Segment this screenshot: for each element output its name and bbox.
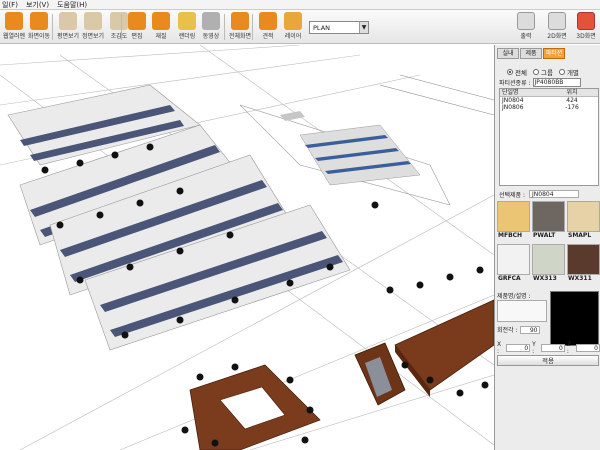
view-select[interactable]: PLAN ▼ <box>309 21 369 34</box>
swatch-tile <box>532 201 565 232</box>
swatch-wx313[interactable]: WX313 <box>532 244 565 285</box>
meeting-table-square <box>189 364 321 450</box>
material-preview <box>550 291 599 346</box>
tab-interior[interactable]: 실내 <box>497 48 519 59</box>
front-view-button[interactable]: 정면보기 <box>80 12 106 43</box>
menu-bar: 일(F) 보기(V) 도움말(H) <box>0 0 600 10</box>
list-header-name: 단일명 <box>502 89 519 96</box>
radio-single[interactable]: 개별 <box>558 67 579 77</box>
selected-product-label: 선택제품 : <box>499 192 526 199</box>
partition-kind-label: 파티션종류 : <box>499 80 531 87</box>
menu-file[interactable]: 일(F) <box>2 0 18 10</box>
menu-view[interactable]: 보기(V) <box>26 0 49 10</box>
render-button[interactable]: 랜더링 <box>174 12 200 43</box>
layer-button[interactable]: 레이어 <box>280 12 306 43</box>
y-input[interactable]: 0 <box>541 344 565 352</box>
video-icon <box>202 12 220 30</box>
rotation-row: 회전각 : 90 <box>497 325 540 334</box>
partition-list[interactable]: 단일명 위치 JN0804 424 JN0806 -176 <box>499 88 599 186</box>
3d-view-icon <box>577 12 595 30</box>
layer-icon <box>284 12 302 30</box>
apply-button[interactable]: 적용 <box>497 355 599 366</box>
list-item[interactable]: JN0804 424 <box>500 97 598 104</box>
z-input[interactable]: 0 <box>576 344 600 352</box>
selected-product-row: 선택제품 : JN0804 <box>499 190 580 199</box>
y-label: Y : <box>532 341 536 355</box>
swatch-grfca[interactable]: GRFCA <box>497 244 530 285</box>
swatch-mfbch[interactable]: MFBCH <box>497 201 530 242</box>
swatch-tile <box>532 244 565 275</box>
list-item[interactable]: JN0806 -176 <box>500 104 598 111</box>
edit-button[interactable]: 편집 <box>124 12 150 43</box>
desk-row-group <box>280 111 421 186</box>
menu-help[interactable]: 도움말(H) <box>57 0 87 10</box>
meeting-table-large <box>394 299 494 397</box>
description-field[interactable] <box>497 300 547 322</box>
radio-single-dot <box>558 69 565 75</box>
partition-kind-row: 파티션종류 : JP4080BB <box>499 78 581 87</box>
estimate-icon <box>259 12 277 30</box>
2d-view-button[interactable]: 2D화면 <box>544 12 570 43</box>
x-input[interactable]: 0 <box>506 344 531 352</box>
swatch-pwalt[interactable]: PWALT <box>532 201 565 242</box>
radio-group-dot <box>532 69 539 75</box>
edit-icon <box>128 12 146 30</box>
radio-group[interactable]: 그룹 <box>532 67 553 77</box>
material-button[interactable]: 재질 <box>148 12 174 43</box>
front-view-icon <box>84 12 102 30</box>
list-header-position: 위치 <box>566 89 578 96</box>
pan-button[interactable]: 화면이동 <box>26 12 52 43</box>
plan-view-button[interactable]: 평면보기 <box>55 12 81 43</box>
swatch-tile <box>497 201 530 232</box>
3d-view-button[interactable]: 3D화면 <box>573 12 599 43</box>
hand-icon <box>30 12 48 30</box>
2d-view-icon <box>548 12 566 30</box>
material-icon <box>152 12 170 30</box>
floor-plan-render <box>0 45 494 450</box>
swatch-tile <box>567 244 600 275</box>
z-label: Z : <box>566 341 571 355</box>
rotation-input[interactable]: 90 <box>519 325 540 334</box>
description-label: 제품명/설명 : <box>497 293 531 300</box>
print-icon <box>517 12 535 30</box>
fullscreen-button[interactable]: 전체화면 <box>227 12 253 43</box>
3d-viewport[interactable] <box>0 45 494 450</box>
folder-icon <box>5 12 23 30</box>
list-header: 단일명 위치 <box>500 89 598 97</box>
swatch-wx311[interactable]: WX311 <box>567 244 600 285</box>
tab-partition[interactable]: 파티션 <box>543 48 565 59</box>
scope-radios: 전체 그룹 개별 <box>507 67 579 77</box>
material-swatches: MFBCH PWALT SMAPL GRFCA WX313 WX311 <box>497 201 600 285</box>
chevron-down-icon[interactable]: ▼ <box>359 22 368 33</box>
view-select-value: PLAN <box>313 23 330 32</box>
rotation-label: 회전각 : <box>497 327 518 334</box>
radio-all[interactable]: 전체 <box>507 67 527 77</box>
swatch-smapl[interactable]: SMAPL <box>567 201 600 242</box>
swatch-tile <box>497 244 530 275</box>
x-label: X : <box>497 341 502 355</box>
tab-product[interactable]: 제품 <box>520 48 542 59</box>
property-panel: 실내 제품 파티션 전체 그룹 개별 파티션종류 : JP4080BB 단일명 … <box>494 45 600 450</box>
position-row: X : 0 Y : 0 Z : 0 <box>497 341 600 355</box>
video-button[interactable]: 동영상 <box>198 12 224 43</box>
panel-tabs: 실내 제품 파티션 <box>497 48 565 59</box>
radio-all-dot <box>507 69 513 75</box>
render-icon <box>178 12 196 30</box>
selected-product-value: JN0804 <box>529 190 580 198</box>
toolbar: 웹열러멘 화면이동 평면보기 정면보기 조감도 편집 재질 랜더링 동영상 전체… <box>0 10 600 44</box>
print-button[interactable]: 출력 <box>513 12 539 43</box>
partition-kind-select[interactable]: JP4080BB <box>532 78 581 87</box>
open-button[interactable]: 웹열러멘 <box>1 12 27 43</box>
plan-view-icon <box>59 12 77 30</box>
estimate-button[interactable]: 견적 <box>255 12 281 43</box>
swatch-tile <box>567 201 600 232</box>
fullscreen-icon <box>231 12 249 30</box>
